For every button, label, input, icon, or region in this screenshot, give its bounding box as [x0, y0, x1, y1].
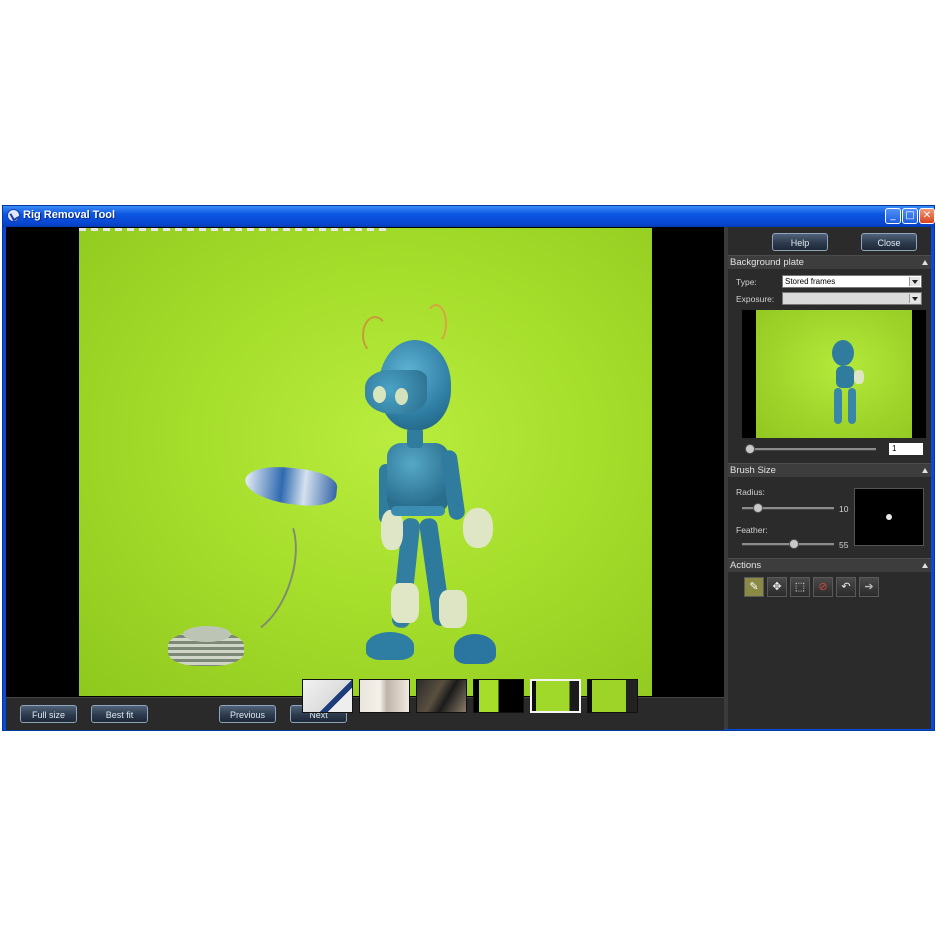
actions-toolbar: ✎ ✥ ⬚ ⊘ ↶ ➔ — [740, 577, 884, 599]
best-fit-button[interactable]: Best fit — [91, 705, 148, 723]
robot-antenna-left — [362, 316, 388, 354]
feather-label: Feather: — [736, 525, 768, 535]
preview-image — [756, 310, 912, 438]
clear-icon[interactable]: ⊘ — [813, 577, 833, 597]
paint-brush-icon[interactable]: ✎ — [744, 577, 764, 597]
thumbnail[interactable] — [416, 679, 467, 713]
exposure-label: Exposure: — [736, 294, 775, 304]
robot-neck — [407, 428, 423, 448]
frame-top-edge — [79, 228, 389, 231]
preview-robot-leg — [848, 388, 856, 424]
help-button[interactable]: Help — [772, 233, 828, 251]
close-button[interactable]: Close — [861, 233, 917, 251]
chevron-down-icon — [909, 294, 920, 303]
video-frame[interactable] — [79, 228, 652, 696]
chevron-down-icon[interactable] — [909, 277, 920, 286]
robot-eye-right — [395, 388, 408, 405]
actions-header[interactable]: Actions — [728, 558, 931, 572]
previous-button[interactable]: Previous — [219, 705, 276, 723]
frame-viewer[interactable]: Full size Best fit Previous Next — [6, 227, 724, 730]
collapse-icon[interactable] — [922, 563, 928, 568]
robot-hand-right — [463, 508, 493, 548]
feather-value: 55 — [839, 540, 849, 550]
robot-knee-left — [391, 583, 419, 623]
radius-label: Radius: — [736, 487, 765, 497]
redo-icon[interactable]: ➔ — [859, 577, 879, 597]
minimize-button[interactable]: _ — [885, 208, 901, 224]
exposure-select — [782, 292, 922, 305]
flower-leaf-prop — [243, 463, 339, 509]
client-area: Full size Best fit Previous Next Help Cl… — [6, 227, 931, 730]
robot-antenna-right — [425, 304, 447, 344]
collapse-icon[interactable] — [922, 260, 928, 265]
undo-icon[interactable]: ↶ — [836, 577, 856, 597]
robot-hand-left — [381, 510, 403, 550]
robot-foot-right — [454, 634, 496, 664]
window-title: Rig Removal Tool — [23, 209, 116, 221]
preview-robot-body — [836, 366, 854, 388]
section-title: Brush Size — [730, 465, 776, 476]
robot-knee-right — [439, 590, 467, 628]
thumbnail[interactable] — [587, 679, 638, 713]
robot-torso — [387, 443, 449, 513]
select-region-icon[interactable]: ⬚ — [790, 577, 810, 597]
section-title: Background plate — [730, 257, 804, 268]
flower-stem-prop — [200, 495, 312, 647]
thumbnail[interactable] — [473, 679, 524, 713]
app-window: Rig Removal Tool _ □ ✕ Full size Best fi… — [2, 205, 935, 731]
full-size-button[interactable]: Full size — [20, 705, 77, 723]
feather-slider-handle[interactable] — [789, 539, 799, 549]
brush-preview — [854, 488, 924, 546]
type-select-value: Stored frames — [785, 277, 836, 286]
preview-robot-hand — [854, 370, 864, 384]
section-title: Actions — [730, 560, 762, 571]
type-select[interactable]: Stored frames — [782, 275, 922, 288]
thumbnail[interactable] — [359, 679, 410, 713]
background-plate-preview — [742, 310, 926, 438]
app-icon — [7, 209, 20, 222]
preview-robot-head — [832, 340, 854, 366]
robot-waist — [391, 506, 445, 516]
maximize-button[interactable]: □ — [902, 208, 918, 224]
thumbnail-selected[interactable] — [530, 679, 581, 713]
side-panel: Help Close Background plate Type: Stored… — [728, 227, 931, 729]
move-icon[interactable]: ✥ — [767, 577, 787, 597]
background-plate-header[interactable]: Background plate — [728, 255, 931, 269]
thumbnail[interactable] — [302, 679, 353, 713]
feather-slider-track[interactable] — [742, 543, 834, 546]
brush-size-header[interactable]: Brush Size — [728, 463, 931, 477]
type-label: Type: — [736, 277, 757, 287]
brush-dot — [886, 514, 892, 520]
title-bar[interactable]: Rig Removal Tool _ □ ✕ — [3, 206, 935, 227]
preview-robot-leg — [834, 388, 842, 424]
collapse-icon[interactable] — [922, 468, 928, 473]
coil-top-prop — [183, 626, 231, 642]
robot-eye-left — [373, 386, 386, 403]
robot-foot-left — [366, 632, 414, 660]
radius-slider-handle[interactable] — [753, 503, 763, 513]
close-window-button[interactable]: ✕ — [919, 208, 935, 224]
frame-slider-track[interactable] — [748, 448, 876, 451]
frame-slider-handle[interactable] — [745, 444, 755, 454]
radius-value: 10 — [839, 504, 849, 514]
frame-spinner[interactable]: 1 — [889, 443, 923, 455]
